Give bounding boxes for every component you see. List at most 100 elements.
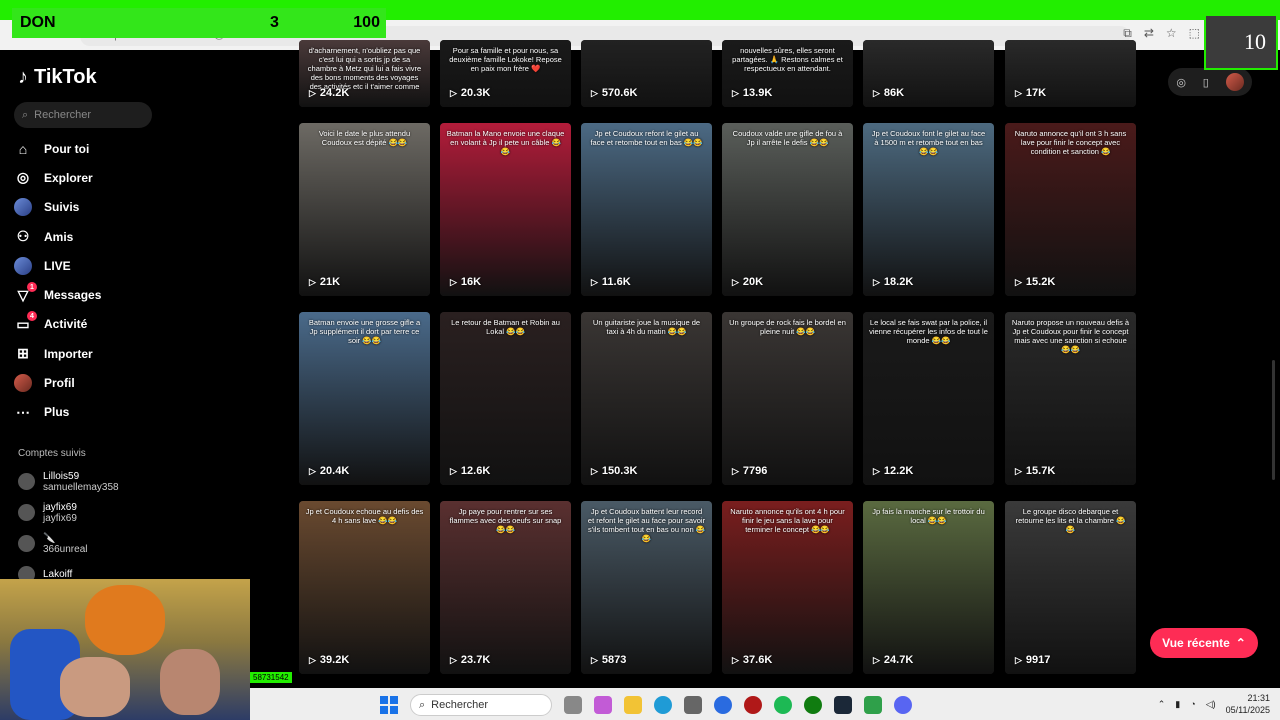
sidebar-item-importer[interactable]: ⊞ Importer — [14, 339, 164, 368]
video-tile[interactable]: Un groupe de rock fais le bordel en plei… — [722, 312, 853, 485]
view-count: ▷ 12.6K — [450, 465, 490, 477]
video-tile[interactable]: Jp et Coudoux battent leur record et ref… — [581, 501, 712, 674]
video-tile[interactable]: Coudoux valde une gifle de fou à Jp il a… — [722, 123, 853, 296]
video-tile[interactable]: Jp paye pour rentrer sur ses flammes ave… — [440, 501, 571, 674]
play-icon: ▷ — [309, 465, 316, 476]
battery-icon[interactable]: ▮ — [1175, 699, 1180, 710]
view-count-value: 39.2K — [319, 654, 350, 666]
search-icon: ⌕ — [419, 698, 426, 711]
bookmark-star-icon[interactable]: ☆ — [1166, 26, 1177, 41]
video-caption: Le local se fais swat par la police, il … — [869, 318, 988, 345]
clock[interactable]: 21:31 05/11/2025 — [1226, 692, 1270, 716]
view-count-value: 21K — [319, 276, 341, 288]
sidebar-item-pour-toi[interactable]: ⌂ Pour toi — [14, 134, 164, 163]
tiktok-logo[interactable]: ♪ TikTok — [18, 66, 97, 89]
discord-icon[interactable] — [894, 696, 912, 714]
view-count-value: 24.7K — [883, 654, 914, 666]
spotify-icon[interactable] — [774, 696, 792, 714]
sidebar-item-live[interactable]: LIVE — [14, 251, 164, 280]
video-tile[interactable]: d'acharnement, n'oubliez pas que c'est l… — [299, 40, 430, 107]
app-icon[interactable] — [744, 696, 762, 714]
video-thumbnail — [722, 312, 853, 485]
play-icon: ▷ — [309, 654, 316, 665]
file-explorer-icon[interactable] — [624, 696, 642, 714]
sidebar-item-profil[interactable]: Profil — [14, 368, 164, 397]
video-thumbnail — [581, 312, 712, 485]
store-icon[interactable] — [684, 696, 702, 714]
video-tile[interactable]: Le retour de Batman et Robin au Lokal 😂😂… — [440, 312, 571, 485]
recent-view-button[interactable]: Vue récente ⌃ — [1150, 628, 1258, 658]
view-count: ▷ 24.2K — [309, 87, 349, 99]
view-count: ▷ 20K — [732, 276, 763, 288]
home-icon: ⌂ — [18, 140, 28, 157]
view-count-value: 15.2K — [1025, 276, 1056, 288]
translate-icon[interactable]: ⇄ — [1144, 26, 1154, 41]
video-tile[interactable]: Jp et Coudoux refont le gilet au face et… — [581, 123, 712, 296]
sidebar-item-activite[interactable]: ▭ 4 Activité — [14, 310, 164, 339]
sidebar-item-messages[interactable]: ▽ 1 Messages — [14, 280, 164, 309]
phone-icon[interactable]: ▯ — [1203, 76, 1209, 89]
video-caption: Naruto annonce qu'ils ont 4 h pour finir… — [730, 507, 845, 534]
video-tile[interactable]: Jp et Coudoux echoue au defis des 4 h sa… — [299, 501, 430, 674]
video-tile[interactable]: Le groupe disco debarque et retourne les… — [1005, 501, 1136, 674]
game-icon[interactable] — [864, 696, 882, 714]
video-tile[interactable]: nouvelles sûres, elles seront partagées.… — [722, 40, 853, 107]
compass-icon[interactable]: ◎ — [1176, 76, 1186, 89]
play-icon: ▷ — [732, 654, 739, 665]
play-icon: ▷ — [309, 276, 316, 287]
scrollbar[interactable] — [1272, 360, 1275, 480]
following-account[interactable]: jayfix69 jayfix69 — [18, 497, 119, 528]
sidebar-item-label: Importer — [44, 346, 93, 361]
video-tile[interactable]: ▷ 86K — [863, 40, 994, 107]
task-view-icon[interactable] — [564, 696, 582, 714]
video-tile[interactable]: Naruto annonce qu'il ont 3 h sans lave p… — [1005, 123, 1136, 296]
volume-icon[interactable]: ◁) — [1206, 699, 1216, 710]
open-in-app-icon[interactable]: ⧉ — [1123, 26, 1132, 41]
video-tile[interactable]: Voici le date le plus attendu Coudoux es… — [299, 123, 430, 296]
wifi-icon[interactable]: ◔ — [1190, 699, 1195, 709]
xbox-icon[interactable] — [804, 696, 822, 714]
sidebar-item-label: Activité — [44, 317, 88, 332]
video-tile[interactable]: Un guitariste joue la musique de taxi à … — [581, 312, 712, 485]
video-tile[interactable]: Le local se fais swat par la police, il … — [863, 312, 994, 485]
windows-start-icon[interactable] — [380, 696, 398, 714]
video-tile[interactable]: Naruto annonce qu'ils ont 4 h pour finir… — [722, 501, 853, 674]
extensions-icon[interactable]: ⬚ — [1189, 26, 1200, 41]
steam-icon[interactable] — [834, 696, 852, 714]
ccleaner-icon[interactable] — [714, 696, 732, 714]
search-input[interactable]: ⌕ Rechercher — [14, 102, 152, 128]
video-tile[interactable]: Naruto propose un nouveau defis à Jp et … — [1005, 312, 1136, 485]
chevron-up-icon[interactable]: ⌃ — [1158, 699, 1166, 710]
play-icon: ▷ — [591, 465, 598, 476]
chevron-up-icon: ⌃ — [1235, 636, 1246, 650]
following-avatar-icon — [14, 198, 32, 217]
video-tile[interactable]: Jp fais la manche sur le trottoir du loc… — [863, 501, 994, 674]
video-caption: Voici le date le plus attendu Coudoux es… — [318, 129, 411, 147]
avatar[interactable] — [1225, 73, 1244, 91]
taskbar-search[interactable]: ⌕ Rechercher — [410, 694, 552, 716]
video-tile[interactable]: Pour sa famille et pour nous, sa deuxièm… — [440, 40, 571, 107]
sidebar-item-explorer[interactable]: ◎ Explorer — [14, 163, 164, 192]
sidebar-item-amis[interactable]: ⚇ Amis — [14, 222, 164, 251]
activity-icon: ▭ 4 — [14, 311, 37, 333]
video-tile[interactable]: Jp et Coudoux font le gilet au face à 15… — [863, 123, 994, 296]
copilot-icon[interactable] — [594, 696, 612, 714]
account-name: 🔪 — [43, 532, 56, 544]
guest-face — [160, 649, 220, 715]
video-tile[interactable]: Batman envoie une grosse gifle a Jp supp… — [299, 312, 430, 485]
time: 21:31 — [1247, 693, 1270, 703]
webcam-tag: 58731542 — [250, 672, 292, 683]
video-tile[interactable]: Batman la Mano envoie une claque en vola… — [440, 123, 571, 296]
following-account[interactable]: Lillois59 samuellemay358 — [18, 466, 119, 497]
sidebar-item-suivis[interactable]: Suivis — [14, 193, 164, 222]
view-count-value: 23.7K — [460, 654, 491, 666]
video-tile[interactable]: ▷ 17K — [1005, 40, 1136, 107]
following-account[interactable]: 🔪 366unreal — [18, 528, 119, 559]
date: 05/11/2025 — [1225, 705, 1270, 715]
sidebar-item-plus[interactable]: ⋯ Plus — [14, 398, 164, 427]
header-actions: ◎ ▯ — [1168, 68, 1252, 96]
edge-icon[interactable] — [654, 696, 672, 714]
video-caption: nouvelles sûres, elles seront partagées.… — [732, 46, 843, 73]
play-icon: ▷ — [450, 654, 457, 665]
video-tile[interactable]: ▷ 570.6K — [581, 40, 712, 107]
